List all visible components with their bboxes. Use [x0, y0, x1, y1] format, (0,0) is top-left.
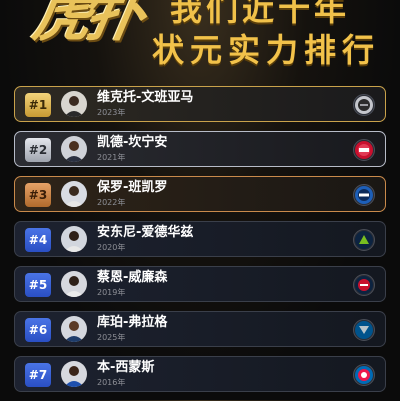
draft-year: 2020年 [97, 243, 126, 252]
player-name: 蔡恩-威廉森 [97, 270, 168, 285]
ranking-list: #1 维克托-文班亚马 2023年 #2 凯德-坎宁安 2021年 #3 保罗-… [14, 86, 386, 401]
spurs-logo-icon [353, 94, 375, 116]
ranking-row[interactable]: #7 本-西蒙斯 2016年 [14, 356, 386, 392]
rank-badge: #7 [25, 363, 51, 387]
magic-logo-icon [353, 184, 375, 206]
player-avatar [61, 361, 87, 387]
page-title-line-2: 状元实力排行 [152, 31, 381, 69]
rank-badge: #4 [25, 228, 51, 252]
player-avatar [61, 91, 87, 117]
player-name: 本-西蒙斯 [97, 360, 155, 375]
rank-badge: #2 [25, 138, 51, 162]
ranking-row[interactable]: #2 凯德-坎宁安 2021年 [14, 131, 386, 167]
player-avatar [61, 316, 87, 342]
pelicans-logo-icon [353, 274, 375, 296]
player-name: 维克托-文班亚马 [97, 90, 194, 105]
player-avatar [61, 226, 87, 252]
rank-badge: #3 [25, 183, 51, 207]
page-title-line-1: 我们近十年 [170, 0, 351, 28]
rank-badge: #1 [25, 93, 51, 117]
draft-year: 2019年 [97, 288, 126, 297]
player-name: 凯德-坎宁安 [97, 135, 168, 150]
ranking-row[interactable]: #3 保罗-班凯罗 2022年 [14, 176, 386, 212]
draft-year: 2023年 [97, 108, 126, 117]
ranking-row[interactable]: #4 安东尼-爱德华兹 2020年 [14, 221, 386, 257]
header: 虎扑 我们近十年 状元实力排行 [0, 0, 400, 84]
draft-year: 2025年 [97, 333, 126, 342]
draft-year: 2021年 [97, 153, 126, 162]
rank-badge: #5 [25, 273, 51, 297]
player-avatar [61, 271, 87, 297]
player-avatar [61, 181, 87, 207]
76ers-logo-icon [353, 364, 375, 386]
player-name: 安东尼-爱德华兹 [97, 225, 194, 240]
ranking-row[interactable]: #5 蔡恩-威廉森 2019年 [14, 266, 386, 302]
player-name: 库珀-弗拉格 [97, 315, 168, 330]
pistons-logo-icon [353, 139, 375, 161]
ranking-row[interactable]: #6 库珀-弗拉格 2025年 [14, 311, 386, 347]
hupu-logo: 虎扑 [28, 0, 145, 49]
player-name: 保罗-班凯罗 [97, 180, 168, 195]
rank-badge: #6 [25, 318, 51, 342]
timberwolves-logo-icon [353, 229, 375, 251]
draft-year: 2022年 [97, 198, 126, 207]
draft-year: 2016年 [97, 378, 126, 387]
mavericks-logo-icon [353, 319, 375, 341]
ranking-row[interactable]: #1 维克托-文班亚马 2023年 [14, 86, 386, 122]
player-avatar [61, 136, 87, 162]
